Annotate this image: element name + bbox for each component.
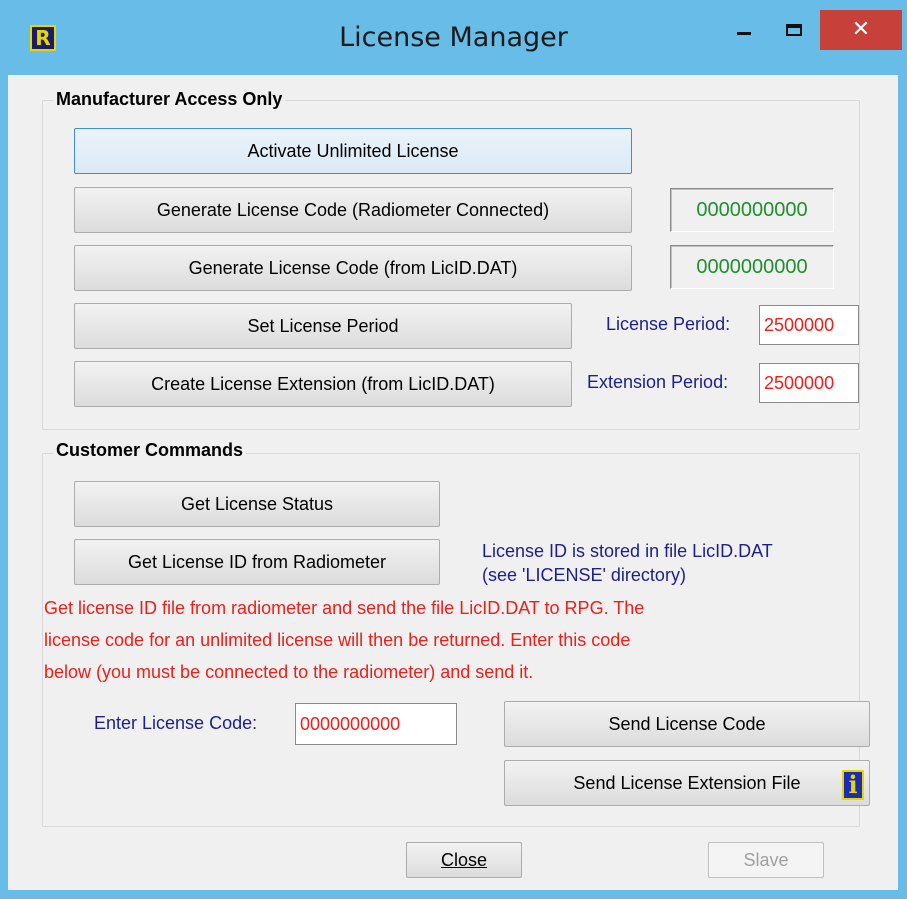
maximize-button[interactable] bbox=[770, 10, 818, 50]
license-id-note-line2: (see 'LICENSE' directory) bbox=[482, 565, 686, 585]
info-icon[interactable]: i bbox=[842, 770, 864, 800]
slave-button: Slave bbox=[708, 842, 824, 878]
send-license-code-button[interactable]: Send License Code bbox=[504, 701, 870, 747]
manufacturer-group-title: Manufacturer Access Only bbox=[53, 89, 286, 110]
license-code-connected-display: 0000000000 bbox=[670, 188, 834, 232]
instructions-text: Get license ID file from radiometer and … bbox=[44, 592, 644, 688]
enter-license-code-label: Enter License Code: bbox=[94, 713, 258, 733]
license-manager-window: R License Manager ✕ Manufacturer Access … bbox=[0, 0, 907, 899]
license-code-input[interactable]: 0000000000 bbox=[295, 703, 457, 745]
generate-license-code-from-file-button[interactable]: Generate License Code (from LicID.DAT) bbox=[74, 245, 632, 291]
customer-group-title: Customer Commands bbox=[53, 440, 247, 461]
license-period-input[interactable]: 2500000 bbox=[759, 305, 859, 345]
minimize-button[interactable] bbox=[722, 10, 766, 50]
license-period-label: License Period: bbox=[606, 314, 731, 334]
set-license-period-button[interactable]: Set License Period bbox=[74, 303, 572, 349]
get-license-id-button[interactable]: Get License ID from Radiometer bbox=[74, 539, 440, 585]
license-id-note: License ID is stored in file LicID.DAT (… bbox=[482, 539, 773, 587]
activate-unlimited-license-button[interactable]: Activate Unlimited License bbox=[74, 128, 632, 174]
close-window-button[interactable]: ✕ bbox=[820, 10, 902, 50]
create-license-extension-button[interactable]: Create License Extension (from LicID.DAT… bbox=[74, 361, 572, 407]
extension-period-label: Extension Period: bbox=[587, 372, 729, 392]
get-license-status-button[interactable]: Get License Status bbox=[74, 481, 440, 527]
maximize-icon bbox=[786, 24, 802, 36]
close-button[interactable]: Close bbox=[406, 842, 522, 878]
instructions-line1: Get license ID file from radiometer and … bbox=[44, 598, 645, 618]
instructions-line2: license code for an unlimited license wi… bbox=[44, 630, 631, 650]
instructions-line3: below (you must be connected to the radi… bbox=[44, 662, 534, 682]
generate-license-code-connected-button[interactable]: Generate License Code (Radiometer Connec… bbox=[74, 187, 632, 233]
license-code-from-file-display: 0000000000 bbox=[670, 245, 834, 289]
client-area: Manufacturer Access Only Activate Unlimi… bbox=[8, 75, 898, 890]
minimize-icon bbox=[737, 31, 751, 35]
extension-period-input[interactable]: 2500000 bbox=[759, 363, 859, 403]
title-bar[interactable]: R License Manager ✕ bbox=[0, 0, 907, 75]
license-id-note-line1: License ID is stored in file LicID.DAT bbox=[482, 541, 773, 561]
send-license-extension-file-button[interactable]: Send License Extension File bbox=[504, 760, 870, 806]
